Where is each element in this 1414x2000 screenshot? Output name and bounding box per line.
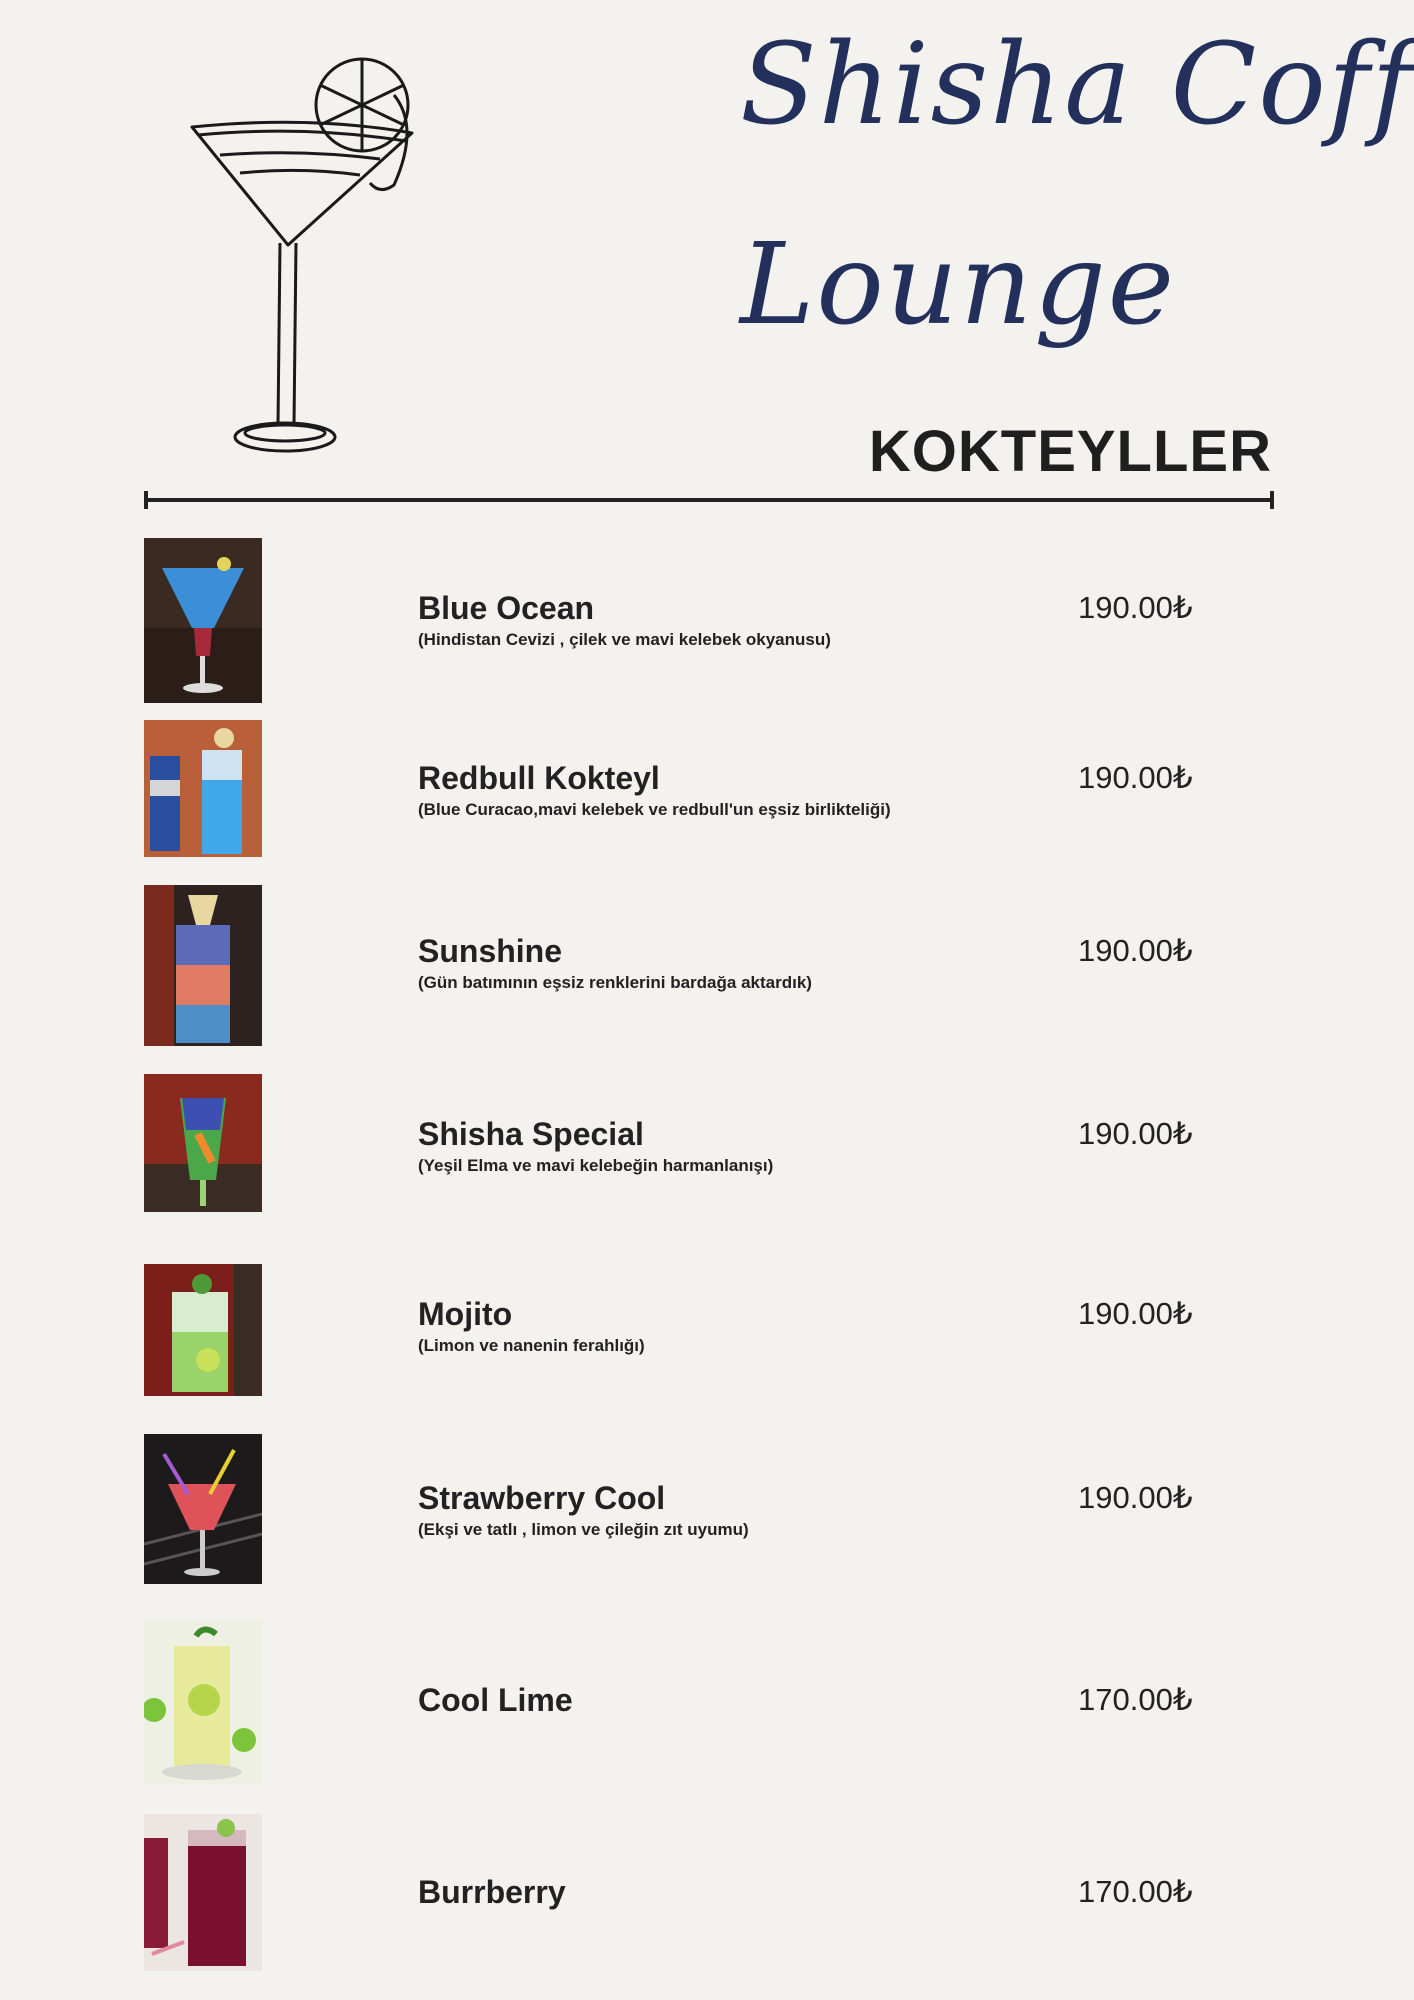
strawberry-cool-photo — [144, 1434, 262, 1584]
item-description: (Blue Curacao,mavi kelebek ve redbull'un… — [418, 800, 891, 819]
item-price: 190.00₺ — [1078, 1480, 1193, 1515]
item-name: Blue Ocean — [418, 590, 595, 626]
shisha-special-photo — [144, 1074, 262, 1212]
cocktail-glass-icon — [190, 57, 414, 453]
item-name: Cool Lime — [418, 1682, 573, 1718]
item-price: 190.00₺ — [1078, 760, 1193, 795]
redbull-kokteyl-photo — [144, 720, 262, 857]
item-description: (Ekşi ve tatlı , limon ve çileğin zıt uy… — [418, 1520, 749, 1539]
title-line-2: Lounge — [740, 220, 1177, 350]
item-price: 190.00₺ — [1078, 1116, 1193, 1151]
item-name: Burrberry — [418, 1874, 566, 1910]
item-name: Sunshine — [418, 933, 563, 969]
item-description: (Limon ve nanenin ferahlığı) — [418, 1336, 645, 1355]
item-price: 190.00₺ — [1078, 933, 1193, 968]
item-price: 170.00₺ — [1078, 1874, 1193, 1909]
burrberry-photo — [144, 1814, 262, 1971]
item-price: 190.00₺ — [1078, 590, 1193, 625]
item-price: 190.00₺ — [1078, 1296, 1193, 1331]
section-divider — [144, 491, 1274, 509]
item-price: 170.00₺ — [1078, 1682, 1193, 1717]
item-description: (Yeşil Elma ve mavi kelebeğin harmanlanı… — [418, 1156, 774, 1175]
item-name: Strawberry Cool — [418, 1480, 666, 1516]
item-name: Mojito — [418, 1296, 513, 1332]
item-name: Shisha Special — [418, 1116, 644, 1152]
mojito-photo — [144, 1264, 262, 1396]
sunshine-photo — [144, 885, 262, 1046]
title-line-1: Shisha Coffe — [740, 20, 1414, 150]
blue-ocean-photo — [144, 538, 262, 703]
item-name: Redbull Kokteyl — [418, 760, 660, 796]
item-description: (Gün batımının eşsiz renklerini bardağa … — [418, 973, 812, 992]
cool-lime-photo — [144, 1620, 262, 1784]
item-description: (Hindistan Cevizi , çilek ve mavi kelebe… — [418, 630, 831, 649]
section-heading: KOKTEYLLER — [868, 419, 1272, 484]
